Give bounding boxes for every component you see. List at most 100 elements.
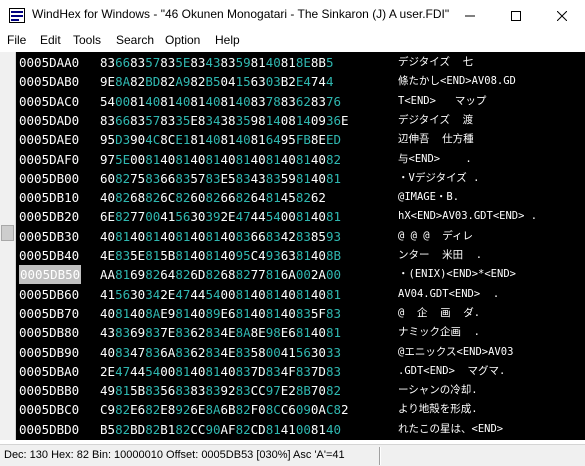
- row-address: 0005DB70: [19, 305, 80, 321]
- row-bytes[interactable]: 95D3904C8CE181408140816495FB8EED: [100, 130, 341, 149]
- hex-row[interactable]: 0005DAF0 975E0081408140814081408140814082: [16, 150, 392, 169]
- row-bytes[interactable]: 975E0081408140814081408140814082: [100, 150, 341, 169]
- status-bar: Dec: 130 Hex: 82 Bin: 10000010 Offset: 0…: [0, 444, 585, 466]
- scrollbar-thumb[interactable]: [1, 225, 14, 241]
- vertical-scrollbar[interactable]: [0, 52, 16, 440]
- row-address: 0005DBC0: [19, 402, 80, 418]
- menu-search[interactable]: Search: [116, 33, 154, 47]
- ascii-row[interactable]: ーシャンの冷却.: [398, 381, 478, 400]
- close-button[interactable]: [539, 0, 585, 31]
- ascii-row[interactable]: hX<END>AV03.GDT<END> .: [398, 207, 537, 226]
- ascii-row[interactable]: れたこの星は、<END>: [398, 420, 503, 439]
- ascii-row[interactable]: ・(ENIX)<END>*<END>: [398, 265, 516, 284]
- row-address: 0005DBE0: [19, 439, 79, 440]
- ascii-row[interactable]: @エニックス<END>AV03: [398, 343, 513, 362]
- hex-row[interactable]: 0005DAD0 836683578335E8343835981408140936…: [16, 111, 392, 130]
- hex-row[interactable]: 0005DAB0 9E8A82BD82A982B504156303B2E4744: [16, 72, 392, 91]
- ascii-row[interactable]: デジタイズ 渡: [398, 111, 473, 130]
- row-address: 0005DBD0: [19, 421, 80, 437]
- row-address: 0005DAA0: [19, 55, 80, 70]
- hex-row[interactable]: 0005DB30 40814081408140814083668342838593: [16, 227, 392, 246]
- ascii-row[interactable]: デジタイズ 七: [398, 53, 473, 72]
- row-address: 0005DB50: [19, 265, 82, 285]
- row-bytes[interactable]: 2E4744540081408140837D834F837D83: [100, 362, 341, 381]
- ascii-row[interactable]: ナミック企画 .: [398, 323, 480, 342]
- minimize-button[interactable]: [447, 0, 493, 31]
- title-bar: WindHex for Windows - "46 Okunen Monogat…: [0, 0, 585, 31]
- row-bytes[interactable]: 83668357835E834383598140818E8B5: [100, 53, 333, 72]
- ascii-row[interactable]: 与<END> .: [398, 150, 472, 169]
- row-bytes[interactable]: 40814081408140814083668342838593: [100, 227, 341, 246]
- row-address: 0005DB90: [19, 344, 80, 360]
- hex-row[interactable]: 0005DB40 4E835E815B8140814095C4936381408B: [16, 246, 392, 265]
- hex-row[interactable]: 0005DB80 438369837E8362834E8A8E98E6814081: [16, 323, 392, 342]
- row-bytes[interactable]: 836683578335E8343835981408140936E: [100, 111, 349, 130]
- hex-row[interactable]: 0005DBC0 C982E682E8926E8A6B82F08CC6090AC8…: [16, 400, 392, 419]
- menu-bar: File Edit Tools Search Option Help: [0, 31, 585, 50]
- row-bytes[interactable]: 814091E58B43928682CC90858FF68B43: [100, 439, 341, 440]
- row-bytes[interactable]: 9E8A82BD82A982B504156303B2E4744: [100, 72, 333, 91]
- row-bytes[interactable]: B582BD82B182CC90AF82CD8141008140: [100, 420, 341, 439]
- maximize-icon: [511, 10, 521, 21]
- row-bytes[interactable]: 408268826C82608266826481458262: [100, 188, 326, 207]
- hex-row[interactable]: 0005DAA0 83668357835E834383598140818E8B5: [16, 53, 392, 72]
- hex-row[interactable]: 0005DB10 408268826C82608266826481458262: [16, 188, 392, 207]
- row-bytes[interactable]: 4081408AE9814089E681408140835F83: [100, 304, 341, 323]
- hex-pane[interactable]: 0005DAA0 83668357835E834383598140818E8B5 0…: [16, 52, 392, 440]
- hex-row[interactable]: 0005DB70 4081408AE9814089E681408140835F83: [16, 304, 392, 323]
- menu-help[interactable]: Help: [215, 33, 240, 47]
- row-address: 0005DAF0: [19, 151, 80, 167]
- menu-edit[interactable]: Edit: [40, 33, 61, 47]
- row-bytes[interactable]: 438369837E8362834E8A8E98E6814081: [100, 323, 341, 342]
- hex-row[interactable]: 0005DAE0 95D3904C8CE181408140816495FB8EED: [16, 130, 392, 149]
- row-bytes[interactable]: AA81698264826D82688277816A002A00: [100, 265, 341, 284]
- menu-file[interactable]: File: [7, 33, 26, 47]
- row-address: 0005DAB0: [19, 74, 80, 90]
- hex-row[interactable]: 0005DB00 6082758366835783E583438359814081: [16, 169, 392, 188]
- row-bytes[interactable]: 54008140814081408140837883628376: [100, 92, 341, 111]
- row-bytes[interactable]: 415630342E4744540081408140814081: [100, 285, 341, 304]
- ascii-row[interactable]: @ 大気中の水蒸気: [398, 439, 490, 440]
- ascii-row[interactable]: ・Vデジタイズ .: [398, 169, 479, 188]
- row-address: 0005DB20: [19, 209, 80, 225]
- ascii-row[interactable]: 條たかし<END>AV08.GD: [398, 72, 516, 91]
- minimize-icon: [465, 15, 475, 16]
- status-text: Dec: 130 Hex: 82 Bin: 10000010 Offset: 0…: [4, 449, 345, 461]
- hex-row[interactable]: 0005DBA0 2E4744540081408140837D834F837D83: [16, 362, 392, 381]
- ascii-row[interactable]: @IMAGE・B.: [398, 188, 459, 207]
- row-bytes[interactable]: 49815B83568383839283CC97E28B7082: [100, 381, 341, 400]
- ascii-row[interactable]: 辺伸吾 仕方種: [398, 130, 474, 149]
- hex-row[interactable]: 0005DB60 415630342E4744540081408140814081: [16, 285, 392, 304]
- ascii-pane[interactable]: デジタイズ 七條たかし<END>AV08.GD T<END> マップ デジタイズ 渡…: [396, 52, 585, 440]
- status-separator: [379, 447, 381, 465]
- row-address: 0005DB30: [19, 228, 80, 244]
- row-bytes[interactable]: C982E682E8926E8A6B82F08CC6090AC82: [100, 400, 349, 419]
- ascii-row[interactable]: より地殻を形成.: [398, 400, 478, 419]
- hex-row[interactable]: 0005DB50 AA81698264826D82688277816A002A00: [16, 265, 392, 285]
- row-bytes[interactable]: 4E835E815B8140814095C4936381408B: [100, 246, 341, 265]
- ascii-row[interactable]: T<END> マップ: [398, 92, 486, 111]
- hex-row[interactable]: 0005DBB0 49815B83568383839283CC97E28B7082: [16, 381, 392, 400]
- menu-tools[interactable]: Tools: [73, 33, 101, 47]
- ascii-row[interactable]: ンター 米田 .: [398, 246, 482, 265]
- hex-row[interactable]: 0005DBD0 B582BD82B182CC90AF82CD8141008140: [16, 420, 392, 439]
- row-address: 0005DB10: [19, 190, 80, 206]
- hex-row[interactable]: 0005DB90 408347836A8362834E83580041563033: [16, 343, 392, 362]
- row-address: 0005DBA0: [19, 363, 80, 379]
- row-bytes[interactable]: 408347836A8362834E83580041563033: [100, 343, 341, 362]
- window-title: WindHex for Windows - "46 Okunen Monogat…: [32, 7, 450, 21]
- ascii-row[interactable]: @ @ @ ディレ: [398, 227, 473, 246]
- ascii-row[interactable]: @ 企 画 ダ.: [398, 304, 480, 323]
- hex-row[interactable]: 0005DBE0 814091E58B43928682CC90858FF68B43: [16, 439, 392, 440]
- menu-option[interactable]: Option: [165, 33, 200, 47]
- row-bytes[interactable]: 6E827700415630392E47445400814081: [100, 207, 341, 226]
- maximize-button[interactable]: [493, 0, 539, 31]
- row-bytes[interactable]: 6082758366835783E583438359814081: [100, 169, 341, 188]
- row-address: 0005DAD0: [19, 112, 80, 128]
- row-address: 0005DBB0: [19, 383, 80, 399]
- hex-row[interactable]: 0005DAC0 54008140814081408140837883628376: [16, 92, 392, 111]
- ascii-row[interactable]: .GDT<END> マグマ.: [398, 362, 505, 381]
- close-icon: [557, 10, 567, 21]
- ascii-row[interactable]: AV04.GDT<END> .: [398, 285, 499, 304]
- hex-row[interactable]: 0005DB20 6E827700415630392E47445400814081: [16, 207, 392, 226]
